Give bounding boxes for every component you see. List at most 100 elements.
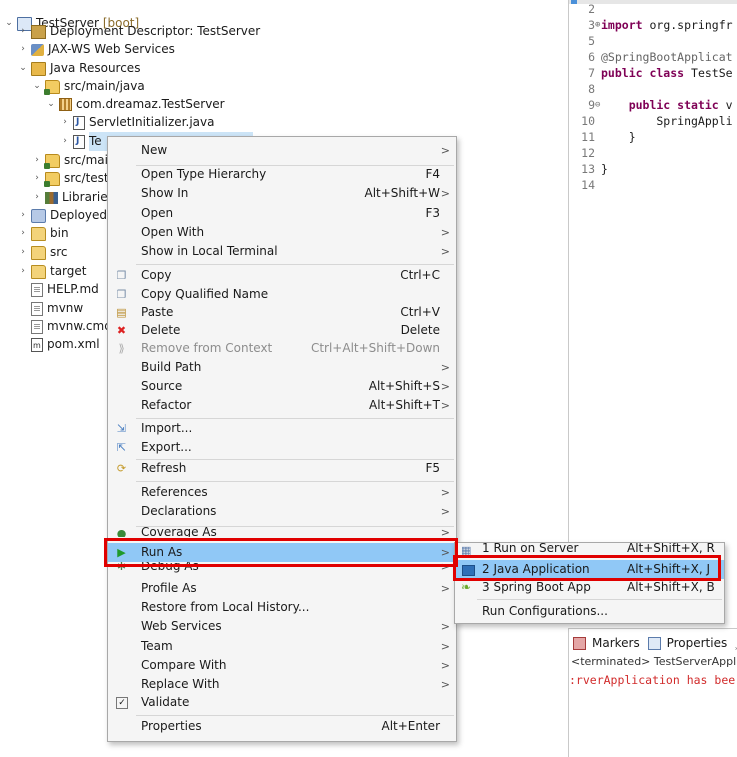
- collapse-chevron-icon[interactable]: ›: [18, 262, 28, 281]
- code-editor[interactable]: 2 3 ⊕ import org.springfr 5 6 @SpringBootAp…: [568, 0, 737, 612]
- submenu-item-run-configurations[interactable]: Run Configurations...: [455, 602, 724, 621]
- collapse-chevron-icon[interactable]: ›: [32, 151, 42, 170]
- code-annotation: @SpringBootApplicat: [601, 50, 733, 64]
- web-services-icon: [31, 43, 44, 56]
- menu-item-show-in[interactable]: Show In Alt+Shift+W >: [108, 184, 456, 203]
- menu-item-refactor[interactable]: Refactor Alt+Shift+T >: [108, 396, 456, 415]
- collapse-chevron-icon[interactable]: ›: [18, 206, 28, 225]
- menu-item-remove-from-context: ⟫ Remove from Context Ctrl+Alt+Shift+Down: [108, 339, 456, 358]
- menu-item-source[interactable]: Source Alt+Shift+S >: [108, 377, 456, 396]
- menu-item-refresh[interactable]: ⟳ Refresh F5: [108, 459, 456, 478]
- menu-separator: [477, 599, 722, 600]
- tree-item-deployed-resources[interactable]: › Deployed R: [18, 206, 119, 225]
- menu-shortcut: Alt+Shift+X, R: [627, 543, 715, 555]
- expand-chevron-icon[interactable]: ⌄: [18, 59, 28, 78]
- tab-markers[interactable]: Markers: [571, 633, 640, 653]
- tree-item-target[interactable]: › target: [18, 262, 87, 281]
- menu-item-compare-with[interactable]: Compare With >: [108, 656, 456, 675]
- tree-item-label: Deployment Descriptor: TestServer: [50, 24, 261, 38]
- menu-item-copy[interactable]: ❐ Copy Ctrl+C: [108, 266, 456, 285]
- copy-icon: ❐: [116, 269, 127, 282]
- menu-item-label: Open: [141, 206, 174, 220]
- expand-chevron-icon[interactable]: ⌄: [46, 95, 56, 114]
- collapse-chevron-icon[interactable]: ›: [18, 40, 28, 59]
- menu-item-label: Team: [141, 639, 173, 653]
- menu-item-open-type-hierarchy[interactable]: Open Type Hierarchy F4: [108, 165, 456, 184]
- menu-item-build-path[interactable]: Build Path >: [108, 358, 456, 377]
- submenu-item-run-on-server[interactable]: ▦ 1 Run on Server Alt+Shift+X, R: [455, 543, 724, 555]
- tree-item-src-main-java[interactable]: ⌄ src/main/java: [32, 77, 145, 96]
- menu-item-properties[interactable]: Properties Alt+Enter: [108, 717, 456, 736]
- menu-item-paste[interactable]: ▤ Paste Ctrl+V: [108, 303, 456, 322]
- menu-item-label: Refresh: [141, 461, 187, 475]
- menu-item-coverage-as[interactable]: ● Coverage As >: [108, 527, 456, 537]
- line-number: 12: [581, 146, 595, 160]
- debug-icon: ✲: [116, 562, 127, 573]
- collapse-chevron-icon[interactable]: ›: [32, 169, 42, 188]
- collapse-chevron-icon[interactable]: ›: [60, 113, 70, 132]
- menu-item-copy-qualified-name[interactable]: ❐ Copy Qualified Name: [108, 285, 456, 304]
- java-resources-icon: [31, 61, 46, 76]
- tree-item-label: com.dreamaz.TestServer: [76, 97, 225, 111]
- menu-item-team[interactable]: Team >: [108, 637, 456, 656]
- tree-item-deployment-descriptor[interactable]: › Deployment Descriptor: TestServer: [18, 22, 260, 41]
- menu-item-export[interactable]: ⇱ Export...: [108, 438, 456, 457]
- tree-item-help-md[interactable]: HELP.md: [31, 280, 99, 299]
- collapse-chevron-icon[interactable]: ›: [32, 188, 42, 207]
- submenu-arrow-icon: >: [440, 505, 450, 518]
- collapse-chevron-icon[interactable]: ›: [18, 22, 28, 41]
- checkbox-checked-icon[interactable]: ✓: [116, 697, 128, 709]
- tree-item-jaxws[interactable]: › JAX-WS Web Services: [18, 40, 175, 59]
- menu-item-label: New: [141, 143, 168, 157]
- fold-expand-icon[interactable]: ⊕: [595, 17, 600, 33]
- menu-item-replace-with[interactable]: Replace With >: [108, 675, 456, 694]
- submenu-item-java-application[interactable]: 2 Java Application Alt+Shift+X, J: [455, 560, 724, 579]
- collapse-chevron-icon[interactable]: ›: [18, 224, 28, 243]
- menu-item-import[interactable]: ⇲ Import...: [108, 419, 456, 438]
- submenu-arrow-icon: >: [440, 659, 450, 672]
- source-folder-icon: [44, 153, 60, 169]
- expand-chevron-icon[interactable]: ⌄: [4, 14, 14, 33]
- expand-chevron-icon[interactable]: ⌄: [32, 77, 42, 96]
- menu-item-label: Open Type Hierarchy: [141, 167, 267, 181]
- tree-item-servlet-initializer[interactable]: › ServletInitializer.java: [60, 113, 214, 132]
- tree-item-java-resources[interactable]: ⌄ Java Resources: [18, 59, 140, 78]
- tree-item-mvnw-cmd[interactable]: mvnw.cmd: [31, 317, 112, 336]
- menu-item-label: Show In: [141, 186, 189, 200]
- tree-item-pom-xml[interactable]: pom.xml: [31, 335, 100, 355]
- menu-item-label: Paste: [141, 305, 174, 319]
- menu-item-web-services[interactable]: Web Services >: [108, 617, 456, 636]
- menu-item-run-as[interactable]: ▶ Run As >: [108, 543, 456, 562]
- menu-item-debug-as[interactable]: ✲ Debug As >: [108, 562, 456, 576]
- tree-item-src[interactable]: › src: [18, 243, 68, 262]
- tree-item-mvnw[interactable]: mvnw: [31, 299, 83, 318]
- menu-item-delete[interactable]: ✖ Delete Delete: [108, 321, 456, 340]
- source-folder-icon: [44, 171, 60, 187]
- package-icon: [59, 98, 72, 111]
- menu-item-restore-from-local-history[interactable]: Restore from Local History...: [108, 598, 456, 617]
- deployed-resources-icon: [31, 208, 46, 223]
- menu-shortcut: Alt+Shift+X, J: [627, 562, 711, 576]
- menu-item-show-in-local-terminal[interactable]: Show in Local Terminal >: [108, 242, 456, 261]
- tree-item-package[interactable]: ⌄ com.dreamaz.TestServer: [46, 95, 225, 114]
- menu-item-profile-as[interactable]: Profile As >: [108, 579, 456, 598]
- menu-item-validate[interactable]: ✓ Validate: [108, 693, 456, 712]
- properties-icon: [647, 636, 661, 650]
- menu-item-open-with[interactable]: Open With >: [108, 223, 456, 242]
- tree-item-src-main[interactable]: › src/main: [32, 151, 116, 170]
- submenu-item-spring-boot-app[interactable]: ❧ 3 Spring Boot App Alt+Shift+X, B: [455, 578, 724, 597]
- menu-item-label: Compare With: [141, 658, 227, 672]
- tree-item-bin[interactable]: › bin: [18, 224, 69, 243]
- collapse-chevron-icon[interactable]: ›: [18, 243, 28, 262]
- menu-item-open[interactable]: Open F3: [108, 204, 456, 223]
- fold-collapse-icon[interactable]: ⊖: [595, 97, 600, 113]
- tree-item-libraries[interactable]: › Libraries: [32, 188, 114, 207]
- menu-item-label: Show in Local Terminal: [141, 244, 278, 258]
- menu-item-new[interactable]: New >: [108, 141, 456, 160]
- menu-item-references[interactable]: References >: [108, 483, 456, 502]
- menu-item-label: Validate: [141, 695, 190, 709]
- menu-item-declarations[interactable]: Declarations >: [108, 502, 456, 521]
- collapse-chevron-icon[interactable]: ›: [60, 132, 70, 151]
- tab-properties[interactable]: Properties: [646, 633, 727, 653]
- tree-item-src-test[interactable]: › src/test/j: [32, 169, 116, 188]
